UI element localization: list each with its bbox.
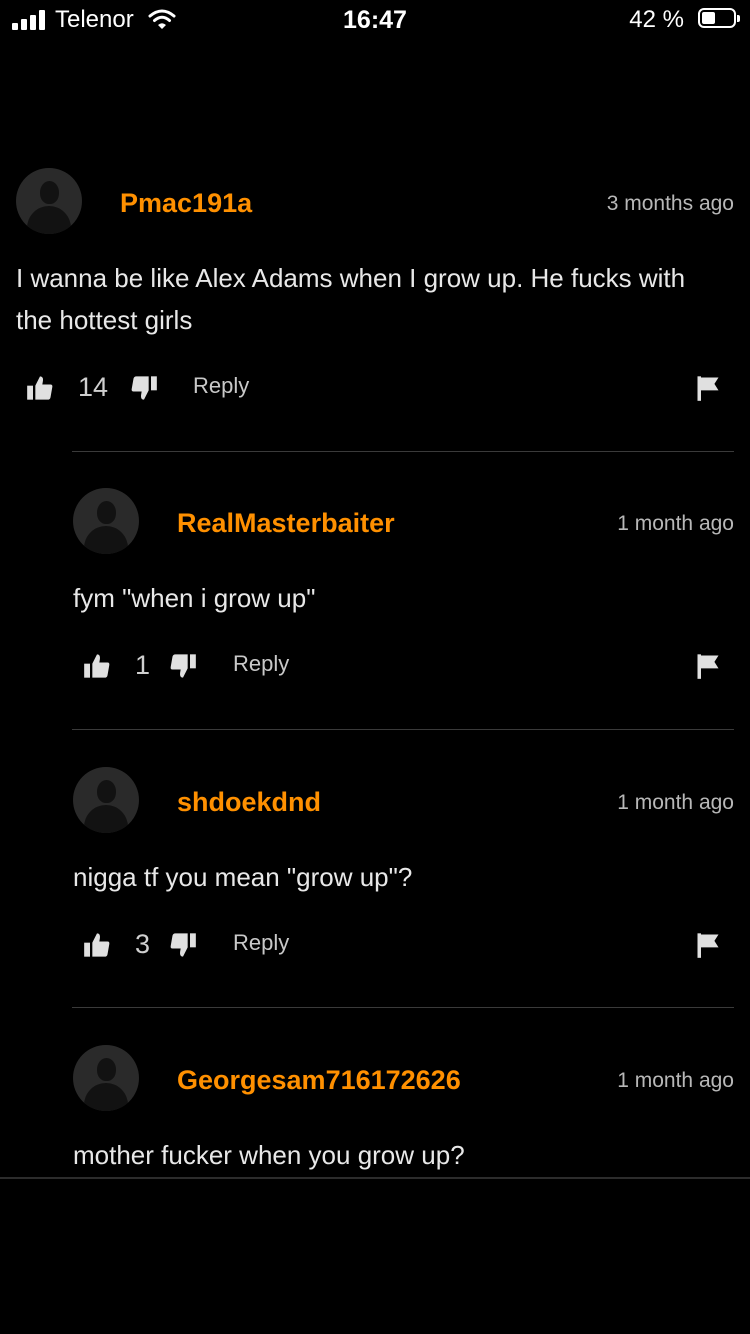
comment-actions: 1 Reply xyxy=(83,646,728,686)
avatar[interactable] xyxy=(73,767,139,833)
flag-icon[interactable] xyxy=(694,652,722,680)
comment-text: fym "when i grow up" xyxy=(73,583,316,613)
flag-icon[interactable] xyxy=(694,931,722,959)
reply-button[interactable]: Reply xyxy=(193,373,249,399)
avatar[interactable] xyxy=(73,1045,139,1111)
comment-username[interactable]: Pmac191a xyxy=(120,188,252,219)
thumbs-up-icon[interactable] xyxy=(83,931,111,959)
flag-icon[interactable] xyxy=(694,374,722,402)
vote-count: 14 xyxy=(78,372,109,402)
comment-text: nigga tf you mean "grow up"? xyxy=(73,862,413,892)
thumbs-down-icon[interactable] xyxy=(169,931,197,959)
comment-text: I wanna be like Alex Adams when I grow u… xyxy=(16,263,686,335)
vote-count: 1 xyxy=(135,650,151,680)
comment-divider xyxy=(72,1007,734,1008)
comment-actions: 3 Reply xyxy=(83,925,728,965)
comment-timestamp: 1 month ago xyxy=(617,512,734,535)
comment-reply: RealMasterbaiter 1 month ago fym "when i… xyxy=(73,488,734,693)
thumbs-up-icon[interactable] xyxy=(83,652,111,680)
comment-username[interactable]: Georgesam716172626 xyxy=(177,1065,461,1096)
comment-username[interactable]: RealMasterbaiter xyxy=(177,508,395,539)
avatar[interactable] xyxy=(16,168,82,234)
comment-reply: shdoekdnd 1 month ago nigga tf you mean … xyxy=(73,767,734,972)
comment-timestamp: 3 months ago xyxy=(606,192,734,215)
thumbs-down-icon[interactable] xyxy=(169,652,197,680)
avatar[interactable] xyxy=(73,488,139,554)
vote-count: 3 xyxy=(135,929,151,959)
reply-button[interactable]: Reply xyxy=(233,930,289,956)
comment-divider xyxy=(72,729,734,730)
comment-username[interactable]: shdoekdnd xyxy=(177,787,321,818)
comment: Pmac191a 3 months ago I wanna be like Al… xyxy=(16,168,734,408)
comment-divider xyxy=(72,451,734,452)
comment-timestamp: 1 month ago xyxy=(617,1069,734,1092)
comment-timestamp: 1 month ago xyxy=(617,791,734,814)
comment-actions: 14 Reply xyxy=(26,368,728,408)
comment-reply: Georgesam716172626 1 month ago mother fu… xyxy=(73,1045,734,1178)
thumbs-down-icon[interactable] xyxy=(130,374,158,402)
comments-list: Pmac191a 3 months ago I wanna be like Al… xyxy=(0,0,750,1178)
reply-button[interactable]: Reply xyxy=(233,651,289,677)
thumbs-up-icon[interactable] xyxy=(26,374,54,402)
viewport-bottom-edge xyxy=(0,1177,750,1179)
comment-text: mother fucker when you grow up? xyxy=(73,1140,465,1170)
